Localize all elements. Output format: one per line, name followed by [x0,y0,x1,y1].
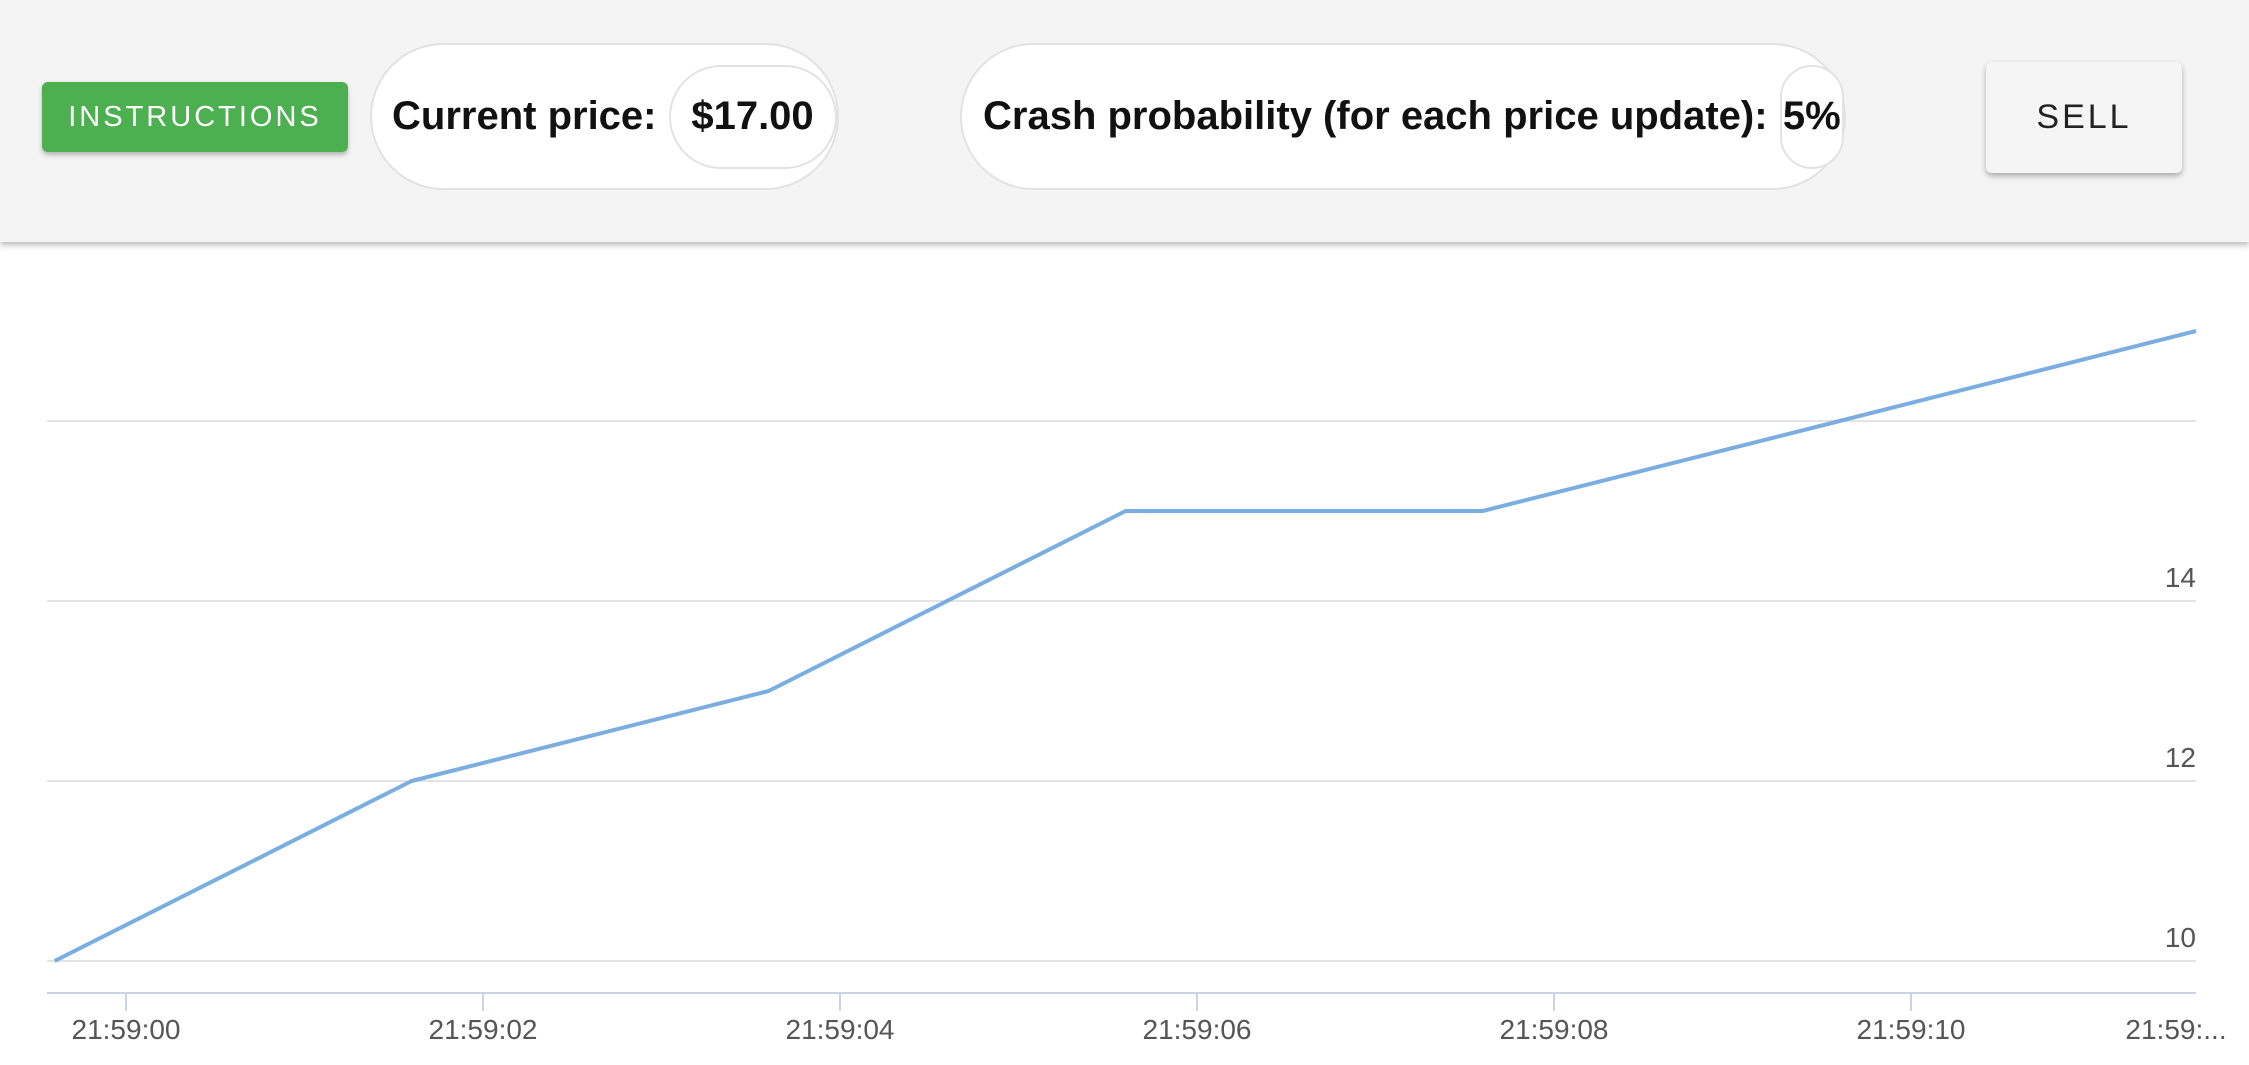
y-tick-label: 10 [2165,922,2196,953]
current-price-value: $17.00 [668,64,837,169]
current-price-panel: Current price: $17.00 [370,43,839,190]
crash-probability-panel: Crash probability (for each price update… [960,43,1846,190]
current-price-label: Current price: [392,94,657,138]
x-tick-label: 21:59:02 [429,1014,538,1045]
price-series-line [53,329,2197,963]
x-tick-label: 21:59:04 [786,1014,895,1045]
crash-probability-value: 5% [1779,64,1844,169]
toolbar: INSTRUCTIONS Current price: $17.00 Crash… [0,0,2249,242]
instructions-button[interactable]: INSTRUCTIONS [42,82,348,152]
x-tick-label: 21:59:00 [72,1014,181,1045]
sell-button[interactable]: SELL [1986,62,2182,173]
y-tick-label: 12 [2165,742,2196,773]
crash-probability-label: Crash probability (for each price update… [983,94,1768,138]
x-tick-label: 21:59:... [2125,1014,2226,1045]
x-tick-label: 21:59:06 [1143,1014,1252,1045]
x-tick-label: 21:59:10 [1857,1014,1966,1045]
x-tick-label: 21:59:08 [1500,1014,1609,1045]
price-chart: 10 12 14 21:59:00 21:59:02 21:59:04 21:59:06 21… [0,242,2249,1065]
price-chart-svg: 10 12 14 21:59:00 21:59:02 21:59:04 21:59:06 21… [47,329,2227,1045]
y-tick-label: 14 [2165,562,2196,593]
